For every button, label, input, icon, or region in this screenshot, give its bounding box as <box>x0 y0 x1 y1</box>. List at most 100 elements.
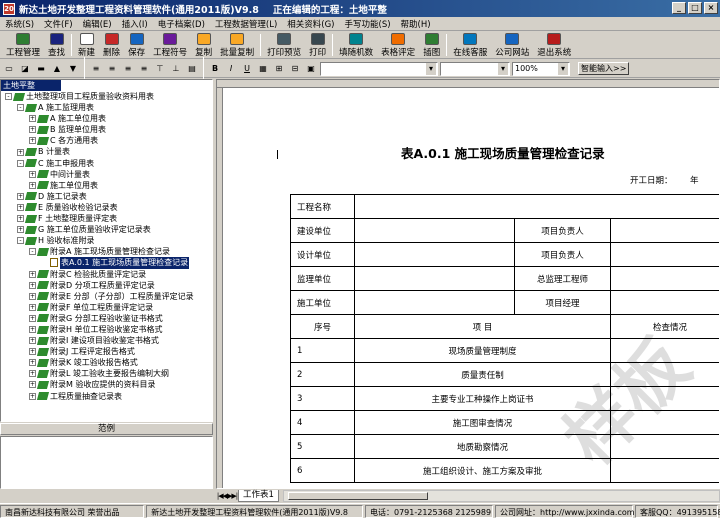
menu-handwriting[interactable]: 手写功能(S) <box>340 18 396 30</box>
expand-icon[interactable]: + <box>29 359 36 367</box>
split-icon[interactable]: ⊟ <box>288 62 302 75</box>
expand-icon[interactable]: + <box>17 215 24 223</box>
underline-button[interactable]: U <box>240 62 254 75</box>
expand-icon[interactable]: + <box>17 203 24 211</box>
collapse-icon[interactable]: - <box>17 159 24 167</box>
toolbar-button-6[interactable]: 复制 <box>191 32 216 58</box>
font-name-select[interactable] <box>320 61 438 76</box>
tree-node[interactable]: + C 各方通用表 <box>1 135 212 146</box>
format-icon-5[interactable]: ▼ <box>66 62 80 75</box>
expand-icon[interactable]: + <box>29 392 36 400</box>
italic-button[interactable]: I <box>224 62 238 75</box>
tree-node[interactable]: + A 施工单位用表 <box>1 113 212 124</box>
info-right-value[interactable] <box>610 266 719 291</box>
expand-icon[interactable]: + <box>29 303 36 311</box>
tree-node[interactable]: + 附录E 分部（子分部）工程质量评定记录 <box>1 291 212 302</box>
tree-node[interactable]: + 附录J 工程评定报告格式 <box>1 346 212 357</box>
tree-node[interactable]: 表A.0.1 施工现场质量管理检查记录 <box>1 257 212 269</box>
item-status[interactable] <box>610 338 719 363</box>
expand-icon[interactable]: + <box>29 281 36 289</box>
toolbar-button-8[interactable]: 打印预览 <box>263 32 305 58</box>
toolbar-button-0[interactable]: 工程管理 <box>2 32 44 58</box>
expand-icon[interactable]: + <box>29 170 36 178</box>
item-status[interactable] <box>610 434 719 459</box>
toolbar-button-7[interactable]: 批量复制 <box>216 32 258 58</box>
tree-node[interactable]: - A 施工监理用表 <box>1 102 212 113</box>
info-value[interactable] <box>354 242 515 267</box>
toolbar-button-3[interactable]: 删除 <box>99 32 124 58</box>
maximize-button[interactable]: □ <box>688 2 702 14</box>
expand-icon[interactable]: + <box>29 314 36 322</box>
expand-icon[interactable]: + <box>17 192 24 200</box>
tree-root-header[interactable]: 土地平整 <box>1 80 61 91</box>
collapse-icon[interactable]: - <box>5 93 12 101</box>
valign-top-icon[interactable]: ⊤ <box>153 62 167 75</box>
info-right-value[interactable] <box>610 290 719 315</box>
tree-node[interactable]: + 附录K 竣工验收报告格式 <box>1 357 212 368</box>
format-icon-4[interactable]: ▲ <box>50 62 64 75</box>
tree-node[interactable]: + 中间计量表 <box>1 169 212 180</box>
valign-middle-icon[interactable]: ⊥ <box>169 62 183 75</box>
expand-icon[interactable]: + <box>29 326 36 334</box>
expand-icon[interactable]: + <box>29 115 36 123</box>
expand-icon[interactable]: + <box>29 181 36 189</box>
menu-e-archive[interactable]: 电子档案(D) <box>153 18 210 30</box>
expand-icon[interactable]: + <box>29 381 36 389</box>
tree-node[interactable]: + B 监理单位用表 <box>1 124 212 135</box>
toolbar-button-5[interactable]: 工程符号 <box>149 32 191 58</box>
expand-icon[interactable]: + <box>17 148 24 156</box>
toolbar-button-1[interactable]: 查找 <box>44 32 69 58</box>
tree-node[interactable]: + B 计量表 <box>1 146 212 157</box>
toolbar-button-12[interactable]: 插图 <box>419 32 444 58</box>
cell-icon[interactable]: ▣ <box>304 62 318 75</box>
info-value[interactable] <box>354 290 515 315</box>
format-icon-2[interactable]: ◪ <box>18 62 32 75</box>
tree-node[interactable]: + F 土地整理质量评定表 <box>1 213 212 224</box>
info-right-value[interactable] <box>610 218 719 243</box>
expand-icon[interactable]: + <box>29 137 36 145</box>
collapse-icon[interactable]: - <box>17 104 24 112</box>
align-justify-icon[interactable]: ≡ <box>137 62 151 75</box>
align-left-icon[interactable]: ≡ <box>89 62 103 75</box>
tree-node[interactable]: - C 施工申报用表 <box>1 158 212 169</box>
expand-icon[interactable]: + <box>29 270 36 278</box>
format-icon-3[interactable]: ▬ <box>34 62 48 75</box>
wrap-icon[interactable]: ▤ <box>185 62 199 75</box>
toolbar-button-9[interactable]: 打印 <box>305 32 330 58</box>
tree-node[interactable]: - 附录A 施工现场质量管理检查记录 <box>1 246 212 257</box>
minimize-button[interactable]: _ <box>672 2 686 14</box>
info-value[interactable] <box>354 218 515 243</box>
menu-system[interactable]: 系统(S) <box>0 18 39 30</box>
tree-node[interactable]: + 附录I 建设项目验收鉴定书格式 <box>1 335 212 346</box>
sheet-nav-arrows[interactable]: |◀◀▶▶| <box>216 492 238 500</box>
info-right-value[interactable] <box>610 242 719 267</box>
format-icon-1[interactable]: ▭ <box>2 62 16 75</box>
expand-icon[interactable]: + <box>29 292 36 300</box>
info-value[interactable] <box>354 194 719 219</box>
tree-node[interactable]: + 附录L 竣工验收主要报告编制大纲 <box>1 368 212 379</box>
tree-node[interactable]: + 附录C 检验批质量评定记录 <box>1 269 212 280</box>
tree-node[interactable]: - 土地整理项目工程质量验收资料用表 <box>1 91 212 102</box>
tree-node[interactable]: + 附录F 单位工程质量评定记录 <box>1 302 212 313</box>
tree-node[interactable]: + 附录M 验收应提供的资料目录 <box>1 379 212 390</box>
toolbar-button-15[interactable]: 退出系统 <box>533 32 575 58</box>
smart-input-button[interactable]: 智能输入>> <box>578 62 630 75</box>
menu-file[interactable]: 文件(F) <box>39 18 78 30</box>
tree-node[interactable]: + 工程质量抽查记录表 <box>1 391 212 402</box>
bold-button[interactable]: B <box>208 62 222 75</box>
border-icon[interactable]: ▦ <box>256 62 270 75</box>
zoom-select[interactable]: 100% <box>512 61 570 76</box>
tree-node[interactable]: - H 验收标准附录 <box>1 235 212 246</box>
menu-help[interactable]: 帮助(H) <box>396 18 436 30</box>
tree-node[interactable]: + 附录D 分项工程质量评定记录 <box>1 280 212 291</box>
tree-node[interactable]: + 附录H 单位工程验收鉴定书格式 <box>1 324 212 335</box>
close-button[interactable]: × <box>704 2 718 14</box>
collapse-icon[interactable]: - <box>17 237 24 245</box>
toolbar-button-2[interactable]: 新建 <box>74 32 99 58</box>
document-page[interactable]: 表A.0.1 施工现场质量管理检查记录 开工日期： 年 样板 工程名称 建设单位项… <box>223 88 719 488</box>
align-center-icon[interactable]: ≡ <box>105 62 119 75</box>
menu-insert[interactable]: 插入(I) <box>117 18 153 30</box>
tree-node[interactable]: + E 质量验收检验记录表 <box>1 202 212 213</box>
menu-project-data[interactable]: 工程数据管理(L) <box>210 18 282 30</box>
expand-icon[interactable]: + <box>29 337 36 345</box>
